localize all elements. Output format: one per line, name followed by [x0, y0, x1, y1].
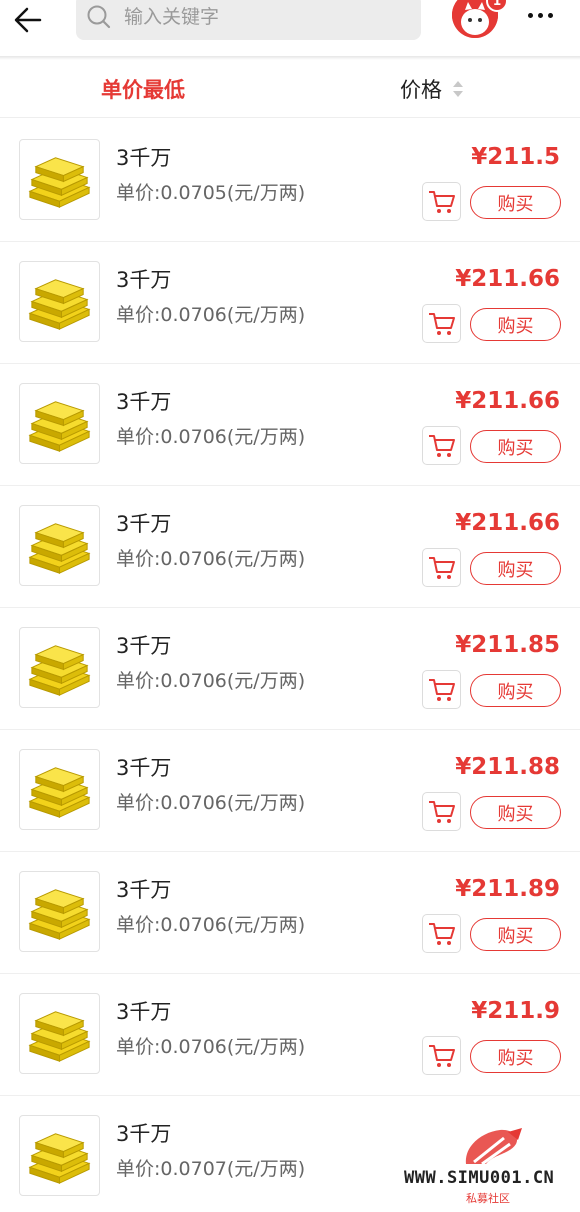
list-item[interactable]: 3千万 单价:0.0707(元/万两) [0, 1096, 580, 1212]
buy-button[interactable]: 购买 [470, 796, 561, 829]
sort-bar: 单价最低 价格 [0, 60, 580, 118]
item-title: 3千万 [116, 268, 172, 292]
item-unit-price: 单价:0.0706(元/万两) [116, 670, 306, 692]
product-thumbnail[interactable] [19, 383, 100, 464]
item-unit-price: 单价:0.0705(元/万两) [116, 182, 306, 204]
list-item[interactable]: 3千万 单价:0.0706(元/万两) ¥211.9 购买 [0, 974, 580, 1096]
gold-bars-icon [28, 645, 91, 696]
list-item[interactable]: 3千万 单价:0.0706(元/万两) ¥211.88 购买 [0, 730, 580, 852]
buy-button[interactable]: 购买 [470, 430, 561, 463]
list-item[interactable]: 3千万 单价:0.0706(元/万两) ¥211.66 购买 [0, 242, 580, 364]
buy-button[interactable]: 购买 [470, 186, 561, 219]
cart-icon [428, 190, 455, 213]
gold-bars-icon [28, 401, 91, 452]
list-item[interactable]: 3千万 单价:0.0706(元/万两) ¥211.89 购买 [0, 852, 580, 974]
item-price: ¥211.9 [471, 998, 560, 1024]
buy-button[interactable]: 购买 [470, 552, 561, 585]
list-item[interactable]: 3千万 单价:0.0706(元/万两) ¥211.66 购买 [0, 486, 580, 608]
sort-lowest-unit-price-tab[interactable]: 单价最低 [101, 74, 185, 104]
add-to-cart-button[interactable] [422, 304, 461, 343]
cart-icon [428, 922, 455, 945]
item-title: 3千万 [116, 1000, 172, 1024]
buy-button[interactable]: 购买 [470, 1040, 561, 1073]
product-thumbnail[interactable] [19, 749, 100, 830]
gold-bars-icon [28, 1011, 91, 1062]
add-to-cart-button[interactable] [422, 1036, 461, 1075]
search-icon [87, 5, 111, 29]
item-title: 3千万 [116, 390, 172, 414]
item-title: 3千万 [116, 634, 172, 658]
sort-price-tab[interactable]: 价格 [400, 74, 442, 104]
product-thumbnail[interactable] [19, 871, 100, 952]
product-thumbnail[interactable] [19, 505, 100, 586]
add-to-cart-button[interactable] [422, 914, 461, 953]
gold-bars-icon [28, 767, 91, 818]
buy-button[interactable]: 购买 [470, 674, 561, 707]
list-item[interactable]: 3千万 单价:0.0706(元/万两) ¥211.85 购买 [0, 608, 580, 730]
search-input[interactable] [124, 6, 404, 28]
product-thumbnail[interactable] [19, 261, 100, 342]
buy-button[interactable]: 购买 [470, 918, 561, 951]
add-to-cart-button[interactable] [422, 792, 461, 831]
search-box[interactable] [76, 0, 421, 40]
product-thumbnail[interactable] [19, 627, 100, 708]
sort-arrows-icon[interactable] [452, 79, 464, 99]
gold-bars-icon [28, 889, 91, 940]
item-price: ¥211.85 [455, 632, 560, 658]
back-arrow-icon [14, 7, 42, 33]
add-to-cart-button[interactable] [422, 182, 461, 221]
add-to-cart-button[interactable] [422, 670, 461, 709]
cart-icon [428, 556, 455, 579]
item-price: ¥211.66 [455, 510, 560, 536]
item-price: ¥211.66 [455, 266, 560, 292]
gold-bars-icon [28, 157, 91, 208]
cart-icon [428, 312, 455, 335]
list-item[interactable]: 3千万 单价:0.0706(元/万两) ¥211.66 购买 [0, 364, 580, 486]
item-unit-price: 单价:0.0706(元/万两) [116, 548, 306, 570]
cart-icon [428, 434, 455, 457]
item-title: 3千万 [116, 512, 172, 536]
item-unit-price: 单价:0.0706(元/万两) [116, 914, 306, 936]
buy-button[interactable]: 购买 [470, 308, 561, 341]
item-price: ¥211.66 [455, 388, 560, 414]
item-unit-price: 单价:0.0706(元/万两) [116, 304, 306, 326]
more-button[interactable] [520, 0, 560, 30]
item-unit-price: 单价:0.0707(元/万两) [116, 1158, 306, 1180]
item-title: 3千万 [116, 146, 172, 170]
product-list: 3千万 单价:0.0705(元/万两) ¥211.5 购买 3千万 单价:0.0… [0, 120, 580, 1212]
item-price: ¥211.89 [455, 876, 560, 902]
product-thumbnail[interactable] [19, 993, 100, 1074]
cart-icon [428, 1044, 455, 1067]
product-thumbnail[interactable] [19, 1115, 100, 1196]
add-to-cart-button[interactable] [422, 548, 461, 587]
item-unit-price: 单价:0.0706(元/万两) [116, 792, 306, 814]
item-title: 3千万 [116, 878, 172, 902]
more-dots-icon [527, 12, 533, 18]
cart-icon [428, 800, 455, 823]
item-title: 3千万 [116, 1122, 172, 1146]
gold-bars-icon [28, 1133, 91, 1184]
list-item[interactable]: 3千万 单价:0.0705(元/万两) ¥211.5 购买 [0, 120, 580, 242]
item-price: ¥211.88 [455, 754, 560, 780]
add-to-cart-button[interactable] [422, 426, 461, 465]
item-price: ¥211.5 [471, 144, 560, 170]
item-title: 3千万 [116, 756, 172, 780]
top-bar: 1 [0, 0, 580, 56]
cart-icon [428, 678, 455, 701]
gold-bars-icon [28, 279, 91, 330]
product-thumbnail[interactable] [19, 139, 100, 220]
item-unit-price: 单价:0.0706(元/万两) [116, 1036, 306, 1058]
gold-bars-icon [28, 523, 91, 574]
item-unit-price: 单价:0.0706(元/万两) [116, 426, 306, 448]
back-button[interactable] [8, 0, 48, 40]
